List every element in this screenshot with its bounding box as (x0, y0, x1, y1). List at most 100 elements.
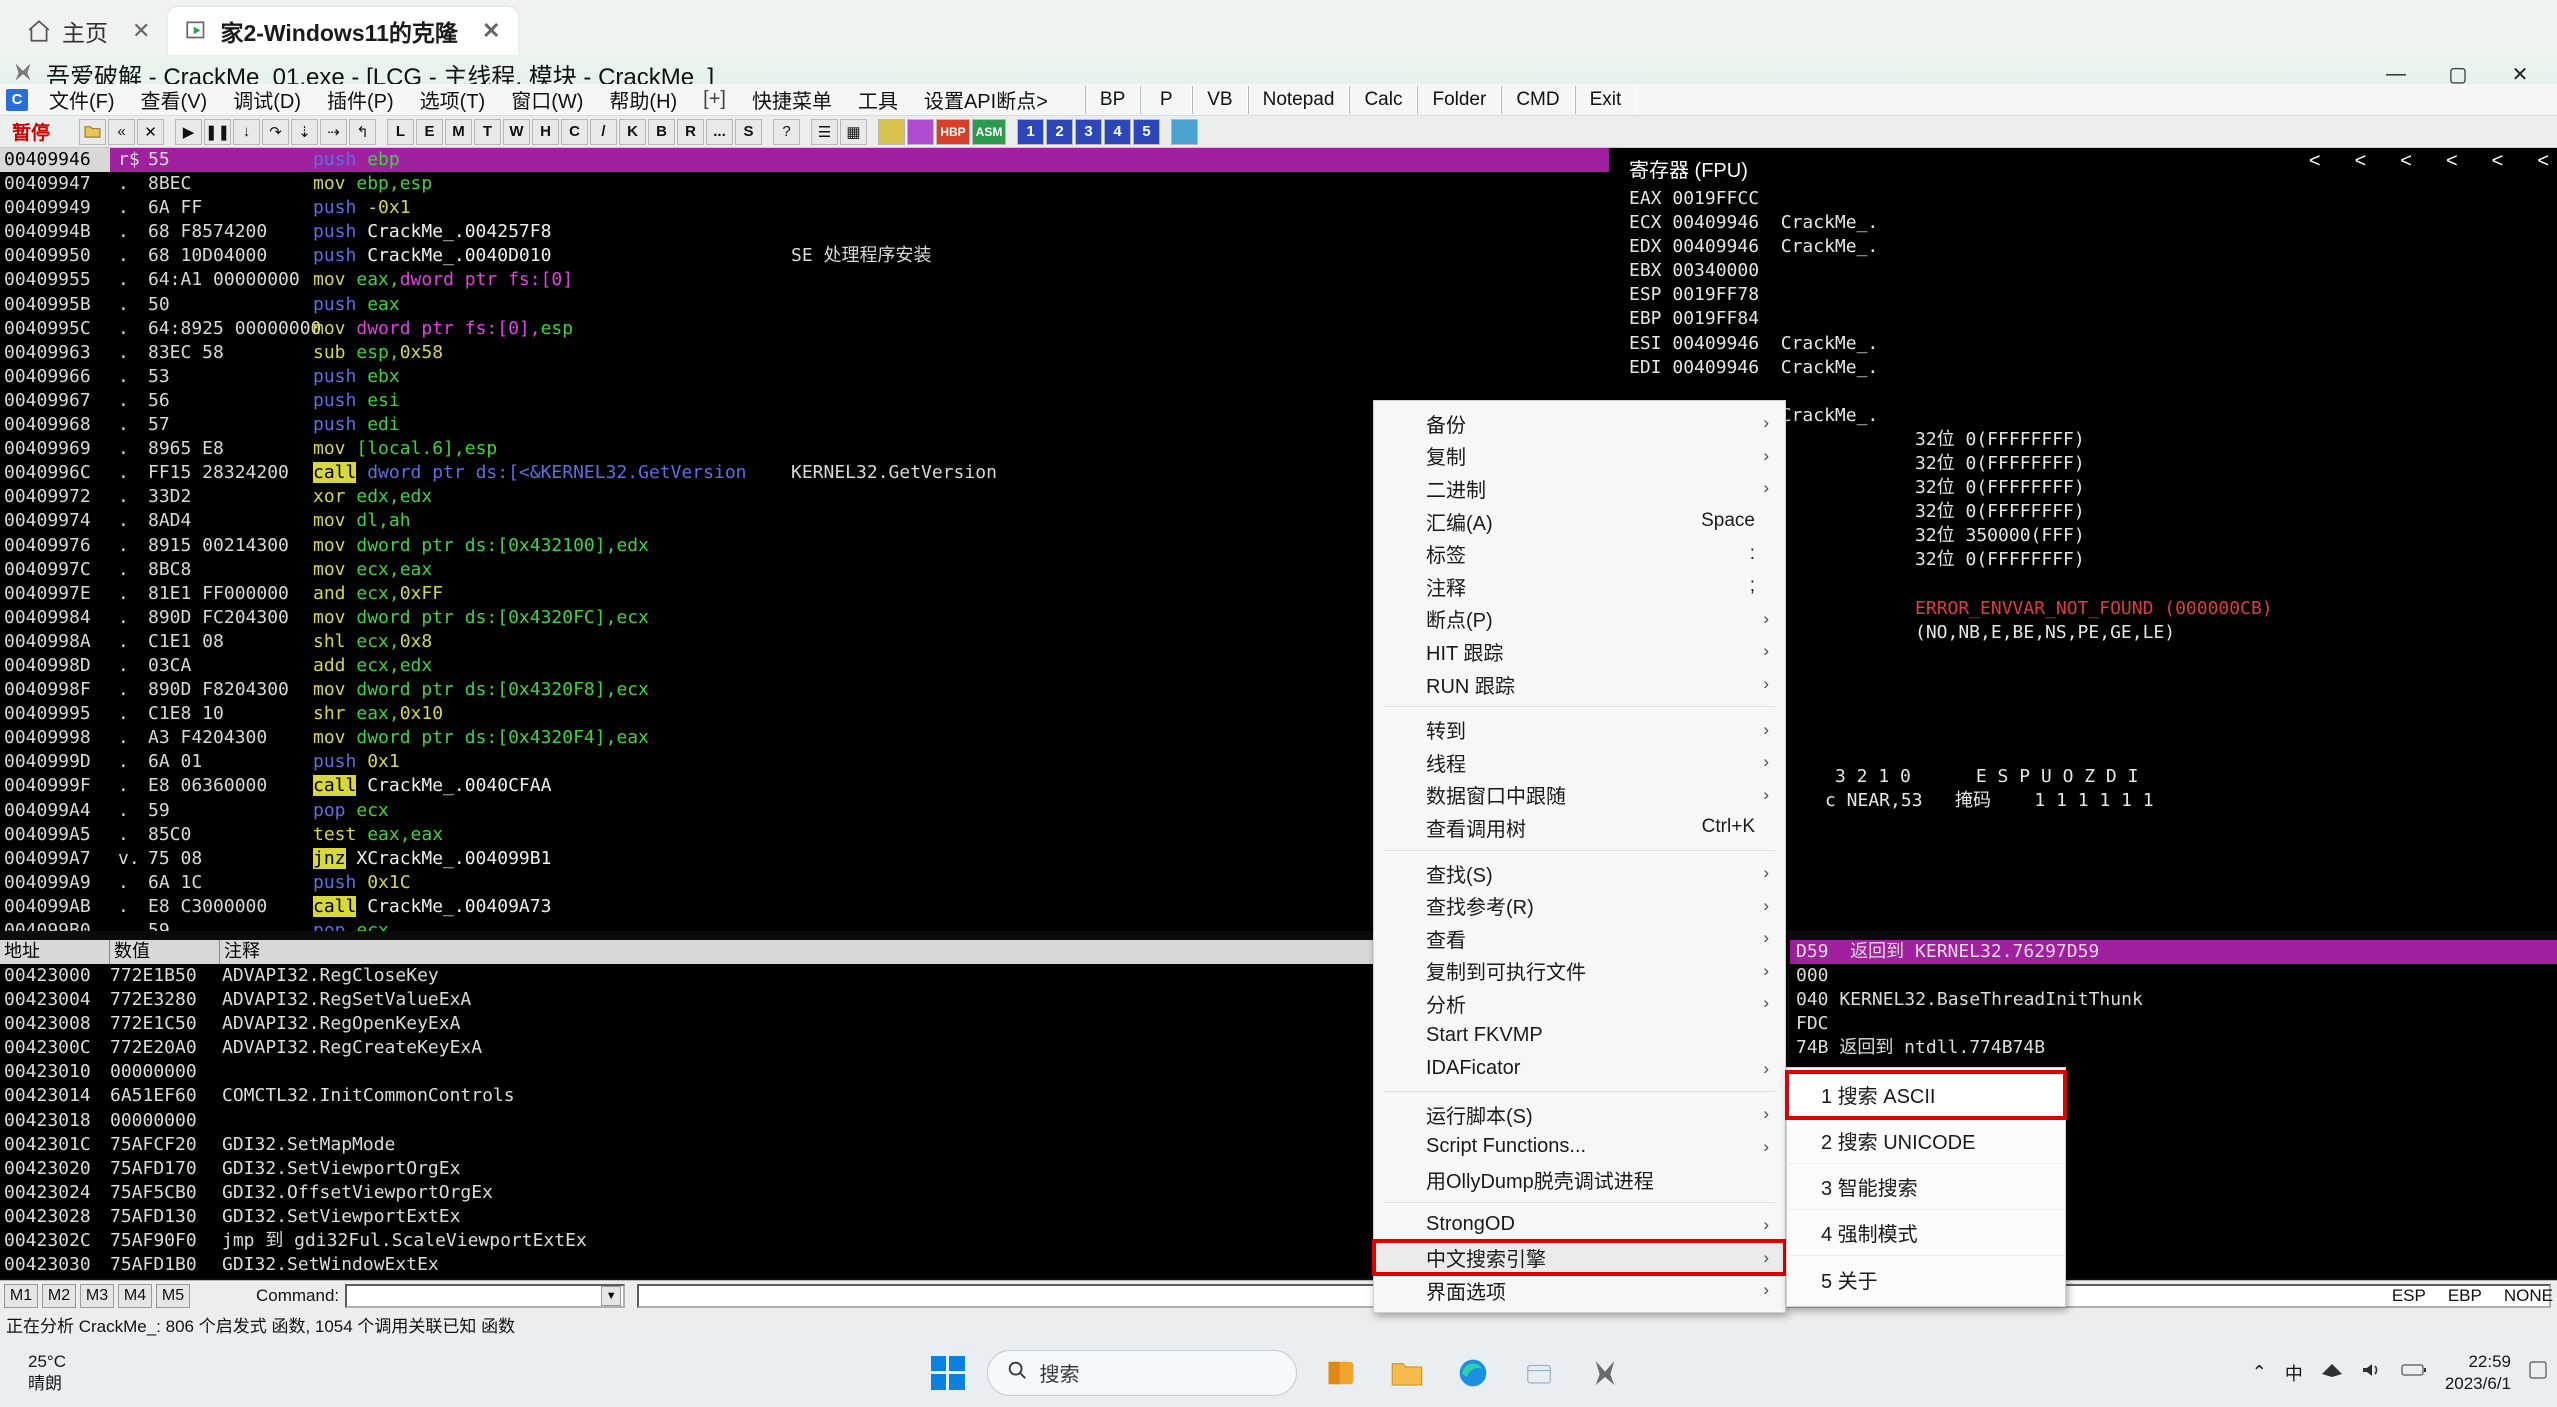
tab-vm[interactable]: 家2-Windows11的克隆 ✕ (168, 7, 518, 55)
context-menu-item[interactable]: 用OllyDump脱壳调试进程 (1374, 1163, 1785, 1196)
context-menu-item[interactable]: 二进制› (1374, 472, 1785, 505)
reg-nav-arrow[interactable]: < (2537, 150, 2549, 173)
battery-icon[interactable] (2401, 1362, 2427, 1383)
disasm-row[interactable]: 00409963.83EC 58sub esp,0x58 (0, 341, 1609, 365)
toolbar-key-12[interactable]: S (735, 119, 762, 145)
context-menu-item[interactable]: 运行脚本(S)› (1374, 1098, 1785, 1131)
extra-tool-icon[interactable] (1171, 119, 1198, 145)
taskbar-clock[interactable]: 22:59 2023/6/1 (2445, 1351, 2511, 1394)
toolbar-num-3[interactable]: 3 (1075, 119, 1102, 145)
tab-home[interactable]: 主页 ✕ (10, 7, 168, 55)
widgets-icon[interactable] (1319, 1351, 1363, 1395)
context-menu-item[interactable]: Start FKVMP (1374, 1020, 1785, 1053)
chevron-down-icon[interactable]: ▼ (601, 1286, 621, 1306)
command-input[interactable]: ▼ (345, 1284, 625, 1308)
stack-row[interactable]: D59 返回到 KERNEL32.76297D59 (1790, 940, 2557, 964)
close-icon[interactable]: ✕ (132, 18, 150, 44)
toolbar-num-1[interactable]: 1 (1017, 119, 1044, 145)
asm-button[interactable]: ASM (972, 119, 1006, 145)
close-prog-icon[interactable]: ✕ (137, 119, 164, 145)
context-menu-item[interactable]: 复制到可执行文件› (1374, 955, 1785, 988)
notification-icon[interactable] (2529, 1361, 2547, 1384)
dump-row[interactable]: 00423004772E3280ADVAPI32.RegSetValueExA (0, 988, 1430, 1012)
dump-row[interactable]: 0042302875AFD130GDI32.SetViewportExtEx (0, 1205, 1430, 1229)
toolbar-key-0[interactable]: L (387, 119, 414, 145)
menu-item-2[interactable]: 调试(D) (220, 82, 314, 117)
bookmark-yellow-icon[interactable] (878, 119, 905, 145)
trace-into-icon[interactable]: ⇣ (291, 119, 318, 145)
olly-taskbar-icon[interactable] (1583, 1351, 1627, 1395)
toolbar-key-7[interactable]: / (590, 119, 617, 145)
context-menu-item[interactable]: 数据窗口中跟随› (1374, 779, 1785, 812)
toolbar-key-3[interactable]: T (474, 119, 501, 145)
dump-row[interactable]: 00423008772E1C50ADVAPI32.RegOpenKeyExA (0, 1012, 1430, 1036)
memory-bookmark-m5[interactable]: M5 (156, 1284, 190, 1308)
reg-nav-arrow[interactable]: < (2400, 150, 2412, 173)
disasm-row[interactable]: 00409974.8AD4mov dl,ah (0, 509, 1609, 533)
disasm-row[interactable]: 00409947.8BECmov ebp,esp (0, 172, 1609, 196)
memory-bookmark-m4[interactable]: M4 (118, 1284, 152, 1308)
dump-pane[interactable]: 地址 数值 注释 00423000772E1B50ADVAPI32.RegClo… (0, 940, 1430, 1278)
disasm-row[interactable]: 0040998D.03CAadd ecx,edx (0, 654, 1609, 678)
menu-item-3[interactable]: 插件(P) (314, 82, 407, 117)
menu-item-7[interactable]: [+] (690, 85, 739, 114)
dump-row[interactable]: 0042300C772E20A0ADVAPI32.RegCreateKeyExA (0, 1036, 1430, 1060)
toolbar-button-cmd[interactable]: CMD (1501, 86, 1574, 114)
toolbar-key-8[interactable]: K (619, 119, 646, 145)
restart-icon[interactable]: « (108, 119, 135, 145)
disasm-row[interactable]: 004099A4.59pop ecx (0, 799, 1609, 823)
toolbar-button-folder[interactable]: Folder (1417, 86, 1501, 114)
store-icon[interactable] (1517, 1351, 1561, 1395)
disasm-row[interactable]: 0040994B.68 F8574200push CrackMe_.004257… (0, 220, 1609, 244)
disasm-row[interactable]: 00409984.890D FC204300mov dword ptr ds:[… (0, 606, 1609, 630)
disasm-row[interactable]: 0040995B.50push eax (0, 293, 1609, 317)
context-menu-item[interactable]: 查找(S)› (1374, 857, 1785, 890)
register-row[interactable]: EBP 0019FF84 (1615, 307, 2557, 331)
dump-row[interactable]: 0042301C75AFCF20GDI32.SetMapMode (0, 1133, 1430, 1157)
disasm-row[interactable]: 00409972.33D2xor edx,edx (0, 485, 1609, 509)
disasm-row[interactable]: 0040996C.FF15 28324200call dword ptr ds:… (0, 461, 1609, 485)
toolbar-key-2[interactable]: M (445, 119, 472, 145)
toolbar-num-2[interactable]: 2 (1046, 119, 1073, 145)
context-menu-item[interactable]: 分析› (1374, 987, 1785, 1020)
pause-icon[interactable]: ❚❚ (204, 119, 231, 145)
register-row[interactable]: ESP 0019FF78 (1615, 283, 2557, 307)
register-row[interactable]: EDX 00409946 CrackMe_. (1615, 235, 2557, 259)
context-submenu[interactable]: 1 搜索 ASCII2 搜索 UNICODE3 智能搜索4 强制模式5 关于 (1786, 1067, 2066, 1307)
disasm-row[interactable]: 00409967.56push esi (0, 389, 1609, 413)
toolbar-button-calc[interactable]: Calc (1349, 86, 1417, 114)
context-menu-item[interactable]: 断点(P)› (1374, 603, 1785, 636)
disasm-row[interactable]: 004099B0.59pop ecx (0, 919, 1609, 931)
reg-nav-arrow[interactable]: < (2492, 150, 2504, 173)
network-icon[interactable] (2321, 1361, 2343, 1384)
toolbar-key-11[interactable]: ... (706, 119, 733, 145)
submenu-item[interactable]: 2 搜索 UNICODE (1787, 1118, 2065, 1164)
context-menu-item[interactable]: IDAFicator› (1374, 1052, 1785, 1085)
register-row[interactable]: EBX 00340000 (1615, 259, 2557, 283)
disasm-row[interactable]: 0040997E.81E1 FF000000and ecx,0xFF (0, 582, 1609, 606)
grid-view-icon[interactable]: ▦ (840, 119, 867, 145)
context-menu-item[interactable]: 标签: (1374, 537, 1785, 570)
menu-item-6[interactable]: 帮助(H) (596, 82, 690, 117)
disasm-row[interactable]: 00409995.C1E8 10shr eax,0x10 (0, 702, 1609, 726)
disasm-row[interactable]: 00409969.8965 E8mov [local.6],esp (0, 437, 1609, 461)
context-menu-item[interactable]: 注释; (1374, 570, 1785, 603)
dump-row[interactable]: 0042302075AFD170GDI32.SetViewportOrgEx (0, 1157, 1430, 1181)
stack-row[interactable]: 040 KERNEL32.BaseThreadInitThunk (1790, 988, 2557, 1012)
toolbar-key-1[interactable]: E (416, 119, 443, 145)
disasm-row[interactable]: 0040997C.8BC8mov ecx,eax (0, 558, 1609, 582)
memory-bookmark-m1[interactable]: M1 (4, 1284, 38, 1308)
dump-row[interactable]: 004230146A51EF60COMCTL32.InitCommonContr… (0, 1084, 1430, 1108)
toolbar-key-5[interactable]: H (532, 119, 559, 145)
context-menu-item[interactable]: StrongOD› (1374, 1209, 1785, 1242)
toolbar-num-4[interactable]: 4 (1104, 119, 1131, 145)
execute-till-return-icon[interactable]: ↰ (349, 119, 376, 145)
toolbar-key-10[interactable]: R (677, 119, 704, 145)
chevron-up-icon[interactable]: ⌃ (2252, 1362, 2267, 1383)
menu-item-8[interactable]: 快捷菜单 (739, 82, 845, 117)
trace-over-icon[interactable]: ⇢ (320, 119, 347, 145)
menu-item-0[interactable]: 文件(F) (36, 82, 128, 117)
disasm-row[interactable]: 004099A5.85C0test eax,eax (0, 823, 1609, 847)
list-view-icon[interactable]: ☰ (811, 119, 838, 145)
context-menu-item[interactable]: Script Functions...› (1374, 1130, 1785, 1163)
